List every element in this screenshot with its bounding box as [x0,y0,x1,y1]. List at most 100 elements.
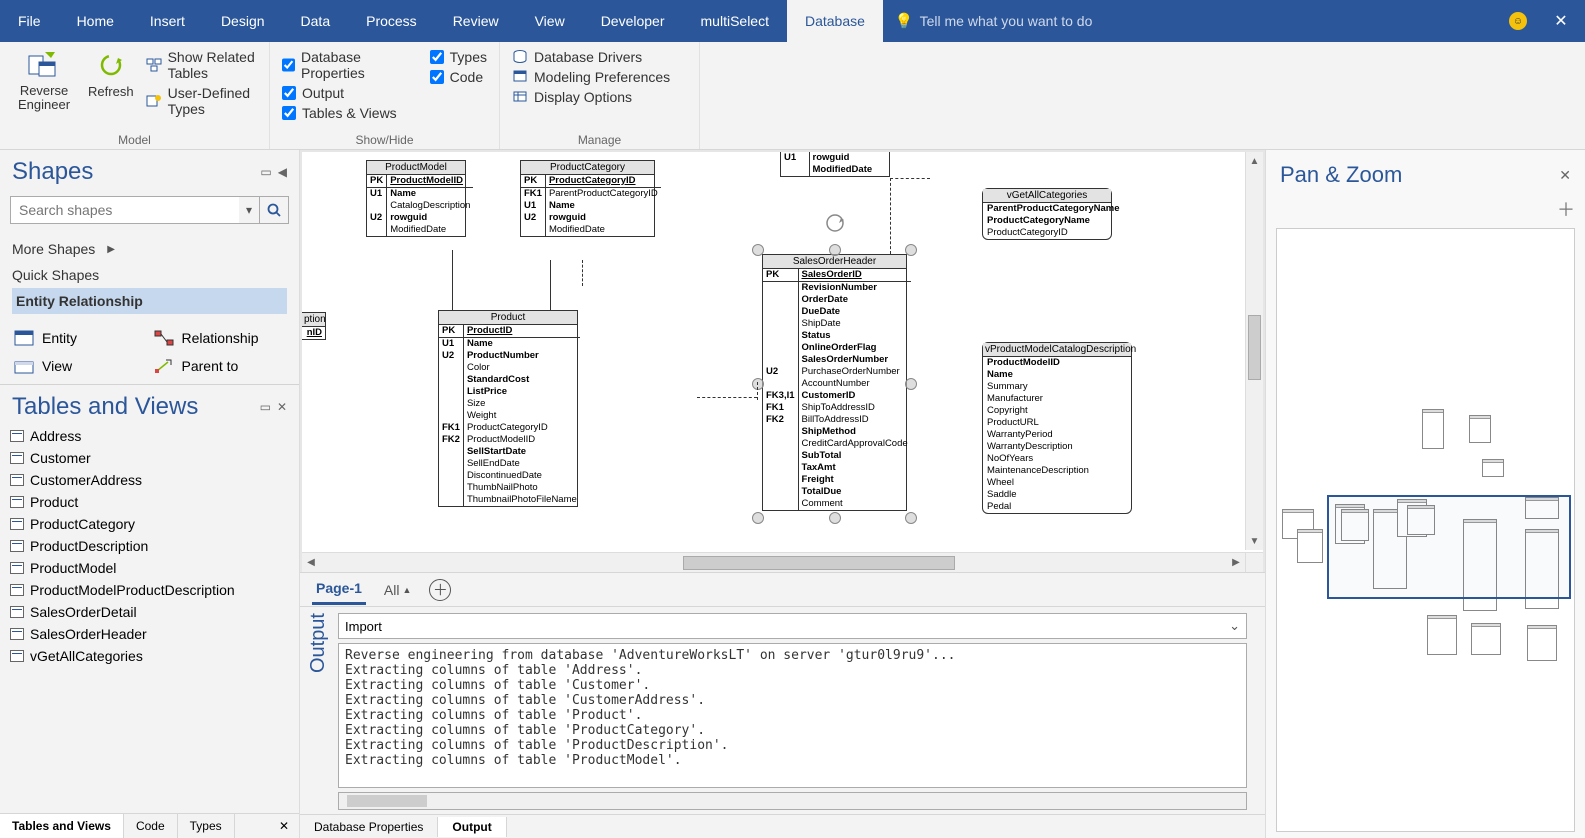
scroll-left-icon[interactable]: ◀ [302,553,320,572]
tab-home[interactable]: Home [59,0,132,42]
selection-handle[interactable] [752,378,764,390]
tv-menu-icon[interactable]: ▭ [260,400,271,414]
tv-item-productcategory[interactable]: ProductCategory [0,513,299,535]
shapes-menu-icon[interactable]: ▭ [260,165,271,179]
search-shapes-input[interactable] [10,196,239,224]
entity-product[interactable]: ProductPKProductIDU1NameU2ProductNumberC… [438,310,578,507]
chk-output[interactable]: Output [282,84,418,102]
tab-developer[interactable]: Developer [583,0,683,42]
tab-design[interactable]: Design [203,0,283,42]
tell-me-search[interactable]: 💡 Tell me what you want to do [895,12,1092,30]
entity-truncated-top[interactable]: U1rowguidModifiedDate [780,152,890,177]
selection-handle[interactable] [752,244,764,256]
drawing-canvas[interactable]: ▲ ▼ ◀ ▶ ProductModelPKProductModelIDU1Na… [302,152,1263,572]
selection-handle[interactable] [905,378,917,390]
shape-entity[interactable]: Entity [10,324,150,352]
rotate-handle-icon[interactable] [824,212,846,234]
tv-item-customer[interactable]: Customer [0,447,299,469]
tab-review[interactable]: Review [435,0,517,42]
tvtab-code[interactable]: Code [124,814,178,838]
scroll-down-icon[interactable]: ▼ [1246,532,1263,550]
output-hscroll-thumb[interactable] [347,795,427,807]
selection-handle[interactable] [829,244,841,256]
table-icon [10,606,24,618]
feedback-smiley-icon[interactable]: ☺ [1509,12,1527,30]
refresh-button[interactable]: Refresh [82,46,140,118]
panzoom-overview[interactable] [1276,228,1575,832]
tvtab-tables-views[interactable]: Tables and Views [0,814,124,838]
shape-parent-to[interactable]: Parent to [150,352,290,380]
display-options-button[interactable]: Display Options [512,88,687,106]
tvtab-types[interactable]: Types [178,814,235,838]
selection-handle[interactable] [905,512,917,524]
tv-item-productmodel[interactable]: ProductModel [0,557,299,579]
shape-relationship[interactable]: Relationship [150,324,290,352]
show-related-tables-button[interactable]: Show Related Tables [146,48,257,82]
selection-handle[interactable] [752,512,764,524]
entity-productmodel[interactable]: ProductModelPKProductModelIDU1NameCatalo… [366,160,466,237]
tv-item-address[interactable]: Address [0,425,299,447]
page-tabs: Page-1 All ▲ ＋ [300,572,1265,606]
tab-data[interactable]: Data [283,0,349,42]
tv-item-salesorderdetail[interactable]: SalesOrderDetail [0,601,299,623]
window-close-button[interactable]: ✕ [1541,11,1581,31]
quick-shapes-link[interactable]: Quick Shapes [12,262,287,288]
canvas-horizontal-scrollbar[interactable]: ◀ ▶ [302,552,1245,572]
search-dropdown-icon[interactable]: ▾ [239,196,259,224]
page-tab-1[interactable]: Page-1 [312,574,366,605]
tvtabs-close[interactable]: ✕ [269,814,299,838]
shapes-collapse-icon[interactable]: ◀ [278,165,287,179]
tables-views-list: Address Customer CustomerAddress Product… [0,425,299,813]
output-log[interactable] [338,643,1247,788]
chk-types[interactable]: Types [430,48,487,66]
entity-salesorderheader[interactable]: SalesOrderHeaderPKSalesOrderIDRevisionNu… [762,254,907,511]
vscroll-thumb[interactable] [1248,315,1261,380]
tv-item-vgetallcategories[interactable]: vGetAllCategories [0,645,299,667]
more-shapes-link[interactable]: More Shapes ▶ [12,236,287,262]
tab-insert[interactable]: Insert [132,0,203,42]
tv-item-customeraddress[interactable]: CustomerAddress [0,469,299,491]
panzoom-close-icon[interactable]: ✕ [1559,167,1571,184]
tv-item-product[interactable]: Product [0,491,299,513]
modeling-label: Modeling Preferences [534,69,670,85]
tab-multiselect[interactable]: multiSelect [683,0,787,42]
selection-handle[interactable] [829,512,841,524]
all-pages-button[interactable]: All ▲ [384,582,411,598]
entity-vproductmodelcatalogdescription[interactable]: vProductModelCatalogDescriptionProductMo… [982,342,1132,514]
modeling-preferences-button[interactable]: Modeling Preferences [512,68,687,86]
selection-handle[interactable] [905,244,917,256]
tab-view[interactable]: View [517,0,583,42]
refresh-icon [93,48,129,82]
tv-close-icon[interactable]: ✕ [277,400,287,414]
output-mode-dropdown[interactable]: Import ⌄ [338,613,1247,639]
database-drivers-button[interactable]: Database Drivers [512,48,687,66]
tab-file[interactable]: File [0,0,59,42]
panzoom-add-icon[interactable]: ＋ [1266,196,1585,222]
output-hscroll[interactable] [338,792,1247,810]
user-defined-types-button[interactable]: User-Defined Types [146,84,257,118]
entity-vgetallcategories[interactable]: vGetAllCategoriesParentProductCategoryNa… [982,188,1112,240]
btab-output[interactable]: Output [438,817,506,837]
shape-view[interactable]: View [10,352,150,380]
add-page-button[interactable]: ＋ [429,579,451,601]
scroll-up-icon[interactable]: ▲ [1246,152,1263,170]
canvas-vertical-scrollbar[interactable]: ▲ ▼ [1245,152,1263,550]
tv-item-salesorderheader[interactable]: SalesOrderHeader [0,623,299,645]
chk-tables-views[interactable]: Tables & Views [282,104,418,122]
entity-relationship-stencil[interactable]: Entity Relationship [12,288,287,314]
entity-truncated-left[interactable]: ptionnID [302,312,326,340]
hscroll-thumb[interactable] [683,556,955,570]
tv-item-productdescription[interactable]: ProductDescription [0,535,299,557]
tv-item-productmodelproductdescription[interactable]: ProductModelProductDescription [0,579,299,601]
chk-database-properties[interactable]: Database Properties [282,48,418,82]
btab-db-properties[interactable]: Database Properties [300,817,438,837]
tab-database[interactable]: Database [787,0,883,42]
chk-code[interactable]: Code [430,68,487,86]
reverse-engineer-button[interactable]: ReverseEngineer [12,46,76,118]
scroll-right-icon[interactable]: ▶ [1227,553,1245,572]
panzoom-title: Pan & Zoom [1280,162,1402,188]
entity-productcategory[interactable]: ProductCategoryPKProductCategoryIDFK1Par… [520,160,655,237]
panzoom-viewport[interactable] [1327,495,1571,599]
tab-process[interactable]: Process [348,0,435,42]
search-button[interactable] [259,196,289,224]
